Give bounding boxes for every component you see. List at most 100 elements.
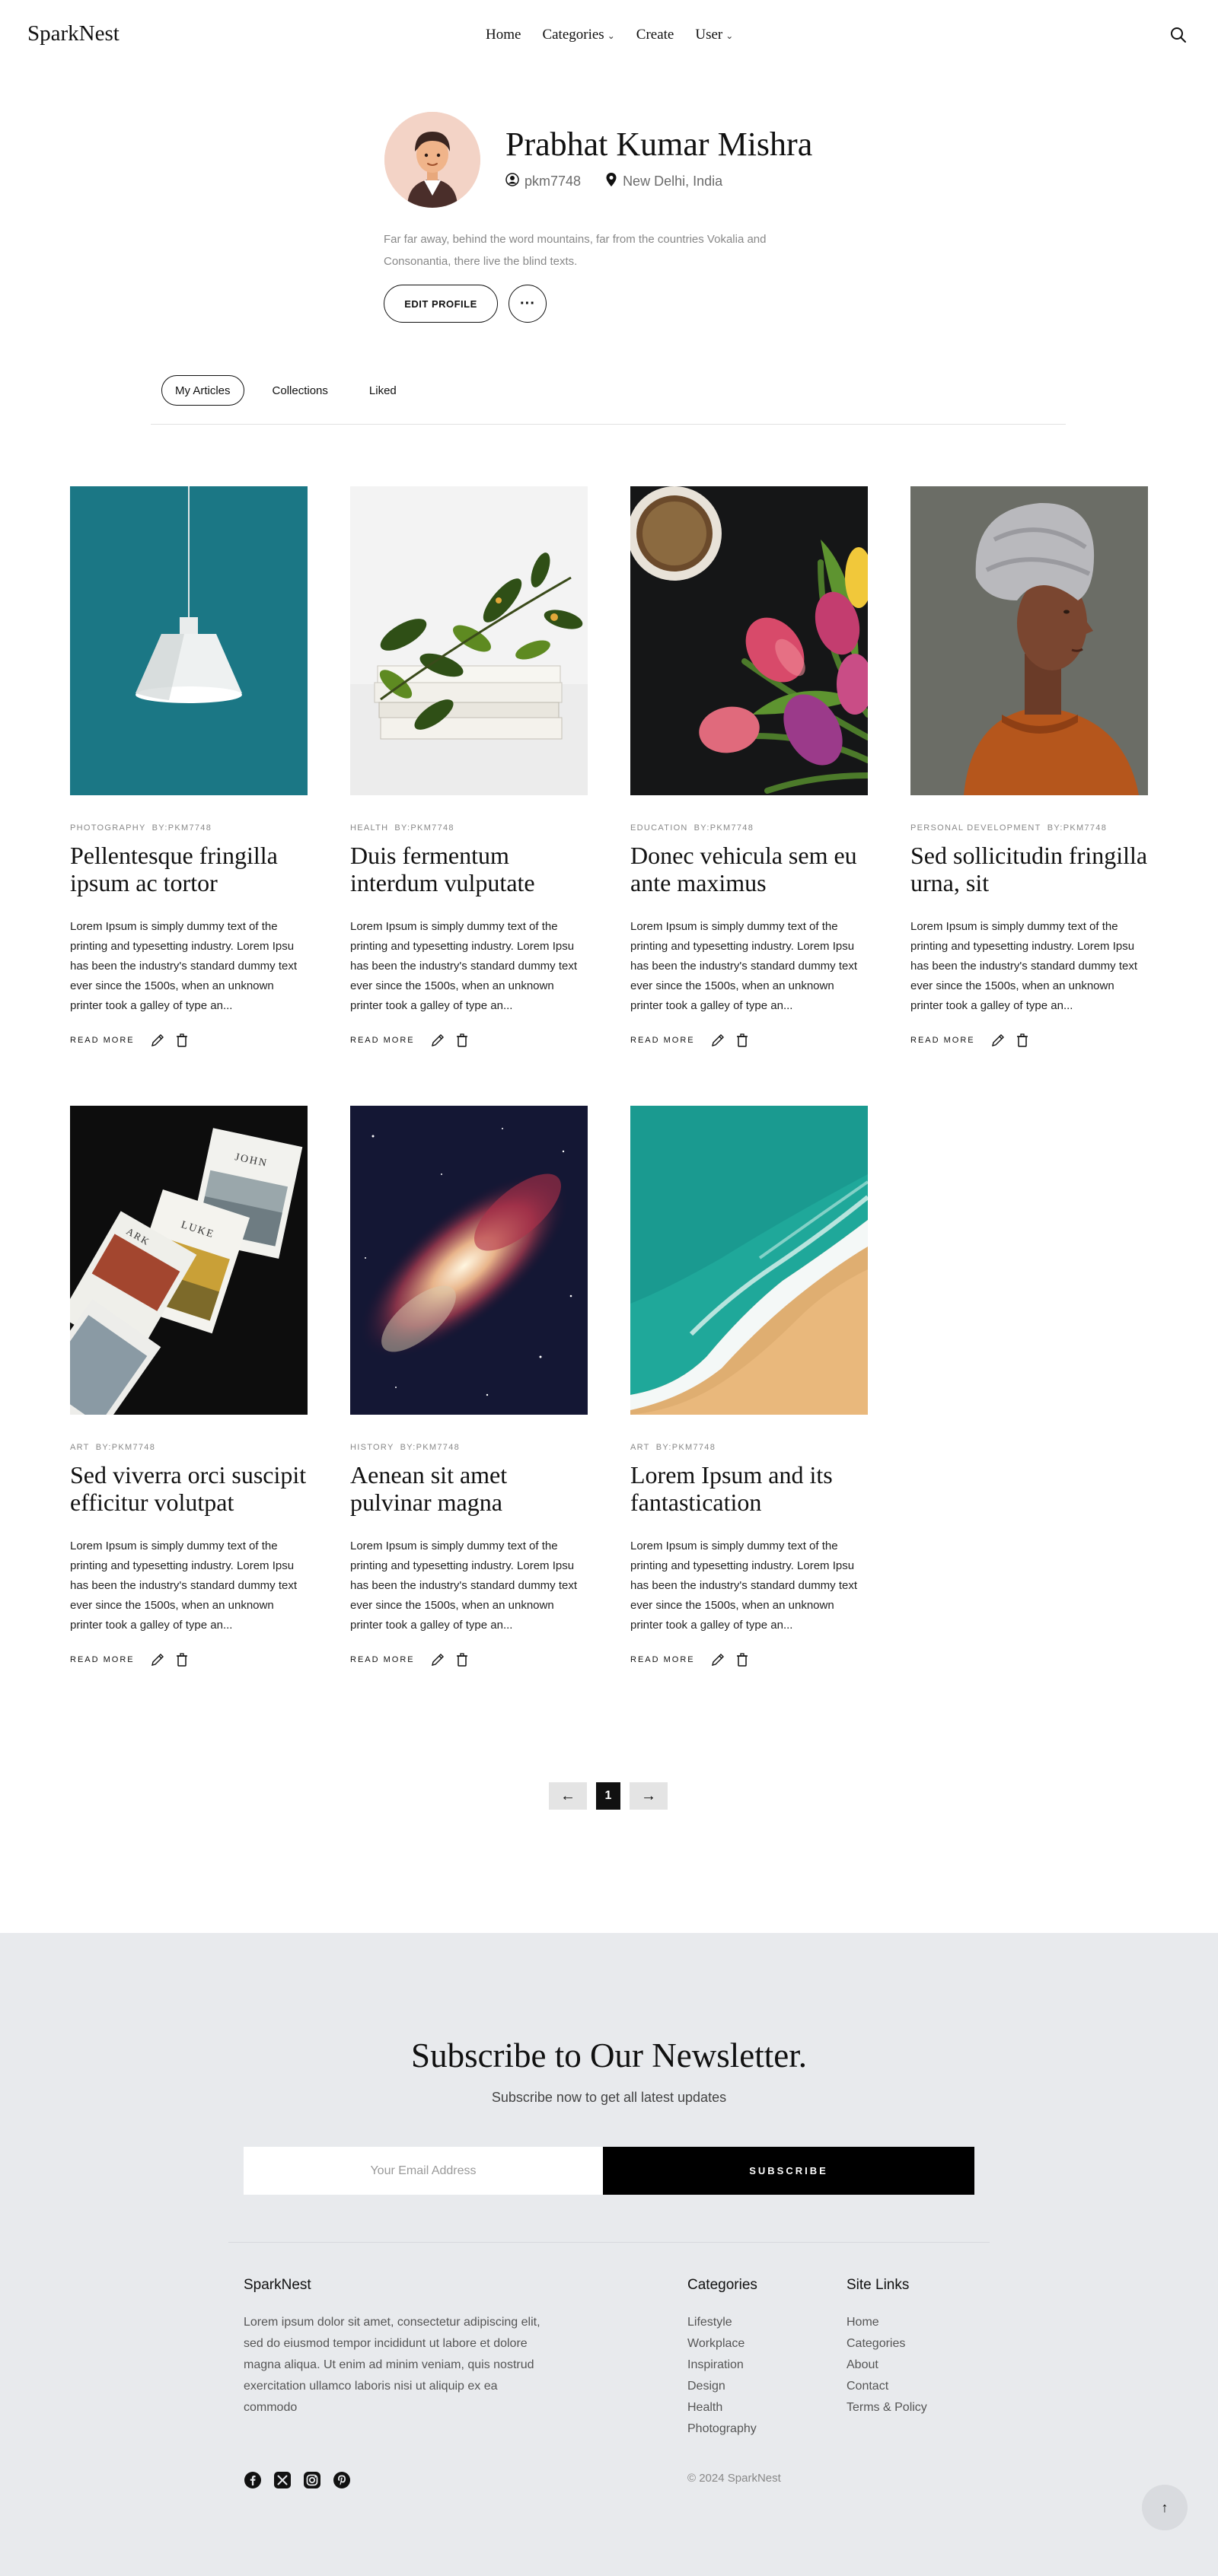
- article-category[interactable]: History: [350, 1443, 394, 1452]
- nav-categories-label: Categories: [542, 27, 604, 43]
- profile-name: Prabhat Kumar Mishra: [505, 126, 813, 163]
- article-author: BY:PKM7748: [96, 1443, 155, 1452]
- tab-my-articles[interactable]: My Articles: [161, 375, 244, 406]
- footer-link-photography[interactable]: Photography: [687, 2418, 757, 2440]
- article-category[interactable]: Art: [630, 1443, 650, 1452]
- back-to-top-button[interactable]: ↑: [1142, 2485, 1188, 2530]
- facebook-icon[interactable]: [244, 2471, 262, 2489]
- page-number-current[interactable]: 1: [596, 1782, 620, 1810]
- edit-pencil-icon[interactable]: [710, 1652, 725, 1667]
- footer-link-contact[interactable]: Contact: [847, 2376, 927, 2397]
- article-title[interactable]: Donec vehicula sem eu ante maximus: [630, 842, 868, 896]
- trash-icon[interactable]: [174, 1652, 190, 1667]
- trash-icon[interactable]: [454, 1033, 470, 1048]
- trash-icon[interactable]: [735, 1033, 750, 1048]
- subscribe-button[interactable]: SUBSCRIBE: [603, 2147, 974, 2195]
- article-category[interactable]: Education: [630, 823, 688, 833]
- article-author-name[interactable]: PKM7748: [672, 1443, 716, 1452]
- article-author-name[interactable]: PKM7748: [168, 823, 212, 833]
- footer-link-terms[interactable]: Terms & Policy: [847, 2397, 927, 2418]
- x-icon[interactable]: [273, 2471, 292, 2489]
- edit-profile-button[interactable]: EDIT PROFILE: [384, 285, 498, 323]
- article-author-name[interactable]: PKM7748: [416, 1443, 460, 1452]
- footer-link-design[interactable]: Design: [687, 2376, 757, 2397]
- article-image-books-plant[interactable]: [350, 486, 588, 795]
- article-title[interactable]: Pellentesque fringilla ipsum ac tortor: [70, 842, 308, 896]
- footer-link-about[interactable]: About: [847, 2355, 927, 2376]
- footer-link-workplace[interactable]: Workplace: [687, 2333, 757, 2355]
- article-title[interactable]: Lorem Ipsum and its fantastication: [630, 1461, 868, 1516]
- site-logo[interactable]: SparkNest: [27, 21, 120, 46]
- more-options-button[interactable]: ···: [509, 285, 547, 323]
- article-excerpt: Lorem Ipsum is simply dummy text of the …: [70, 920, 298, 1012]
- article-excerpt: Lorem Ipsum is simply dummy text of the …: [630, 1540, 858, 1632]
- article-author-name[interactable]: PKM7748: [1063, 823, 1107, 833]
- tab-liked[interactable]: Liked: [356, 375, 410, 406]
- nav-user[interactable]: User ⌄: [695, 27, 733, 43]
- article-image-coffee-tulips[interactable]: [630, 486, 868, 795]
- article-image-magazines[interactable]: JOHN LUKE ARK: [70, 1106, 308, 1415]
- article-title[interactable]: Aenean sit amet pulvinar magna: [350, 1461, 588, 1516]
- trash-icon[interactable]: [1015, 1033, 1030, 1048]
- read-more-link[interactable]: READ MORE: [70, 1036, 135, 1045]
- read-more-link[interactable]: READ MORE: [350, 1655, 415, 1664]
- edit-pencil-icon[interactable]: [990, 1033, 1006, 1048]
- article-category[interactable]: Photography: [70, 823, 146, 833]
- nav-create[interactable]: Create: [636, 27, 674, 43]
- footer-link-lifestyle[interactable]: Lifestyle: [687, 2312, 757, 2333]
- article-actions: READ MORE: [350, 1033, 588, 1048]
- article-by-label: BY:: [655, 1443, 672, 1452]
- footer-brand[interactable]: SparkNest: [244, 2277, 311, 2294]
- article-author: BY:PKM7748: [394, 823, 454, 833]
- read-more-link[interactable]: READ MORE: [630, 1036, 695, 1045]
- footer-link-home[interactable]: Home: [847, 2312, 927, 2333]
- article-category[interactable]: Personal Development: [910, 823, 1041, 833]
- article-author-name[interactable]: PKM7748: [710, 823, 754, 833]
- footer-link-categories[interactable]: Categories: [847, 2333, 927, 2355]
- article-title[interactable]: Sed sollicitudin fringilla urna, sit: [910, 842, 1148, 896]
- footer-divider: [228, 2242, 990, 2243]
- pinterest-icon[interactable]: [333, 2471, 351, 2489]
- trash-icon[interactable]: [454, 1652, 470, 1667]
- edit-pencil-icon[interactable]: [150, 1033, 165, 1048]
- article-image-woman-portrait[interactable]: [910, 486, 1148, 795]
- article-image-ocean-beach[interactable]: [630, 1106, 868, 1415]
- article-image-lamp[interactable]: [70, 486, 308, 795]
- footer-categories-title: Categories: [687, 2277, 757, 2293]
- read-more-link[interactable]: READ MORE: [630, 1655, 695, 1664]
- article-title[interactable]: Sed viverra orci suscipit efficitur volu…: [70, 1461, 308, 1516]
- nav-categories[interactable]: Categories ⌄: [542, 27, 614, 43]
- nav-home-label: Home: [486, 27, 521, 43]
- site-footer: Subscribe to Our Newsletter. Subscribe n…: [0, 1933, 1218, 2576]
- article-title[interactable]: Duis fermentum interdum vulputate: [350, 842, 588, 896]
- edit-pencil-icon[interactable]: [430, 1033, 445, 1048]
- trash-icon[interactable]: [174, 1033, 190, 1048]
- edit-pencil-icon[interactable]: [710, 1033, 725, 1048]
- footer-sitelinks-list: Home Categories About Contact Terms & Po…: [847, 2312, 927, 2418]
- prev-page-button[interactable]: ←: [549, 1782, 587, 1810]
- next-page-button[interactable]: →: [630, 1782, 668, 1810]
- nav-home[interactable]: Home: [486, 27, 521, 43]
- article-meta: History BY:PKM7748: [350, 1443, 588, 1452]
- read-more-link[interactable]: READ MORE: [350, 1036, 415, 1045]
- newsletter-email-input[interactable]: [244, 2147, 603, 2195]
- article-author-name[interactable]: PKM7748: [410, 823, 454, 833]
- article-category[interactable]: Health: [350, 823, 388, 833]
- edit-pencil-icon[interactable]: [430, 1652, 445, 1667]
- trash-icon[interactable]: [735, 1652, 750, 1667]
- read-more-link[interactable]: READ MORE: [70, 1655, 135, 1664]
- chevron-down-icon: ⌄: [725, 30, 734, 41]
- article-image-galaxy[interactable]: [350, 1106, 588, 1415]
- article-meta: Education BY:PKM7748: [630, 823, 868, 833]
- instagram-icon[interactable]: [303, 2471, 321, 2489]
- read-more-link[interactable]: READ MORE: [910, 1036, 975, 1045]
- article-category[interactable]: Art: [70, 1443, 90, 1452]
- footer-link-inspiration[interactable]: Inspiration: [687, 2355, 757, 2376]
- article-card: Photography BY:PKM7748 Pellentesque fring…: [70, 486, 308, 1048]
- tab-collections[interactable]: Collections: [260, 375, 341, 406]
- article-excerpt: Lorem Ipsum is simply dummy text of the …: [910, 920, 1138, 1012]
- footer-link-health[interactable]: Health: [687, 2397, 757, 2418]
- search-icon[interactable]: [1169, 26, 1188, 44]
- edit-pencil-icon[interactable]: [150, 1652, 165, 1667]
- article-author-name[interactable]: PKM7748: [112, 1443, 155, 1452]
